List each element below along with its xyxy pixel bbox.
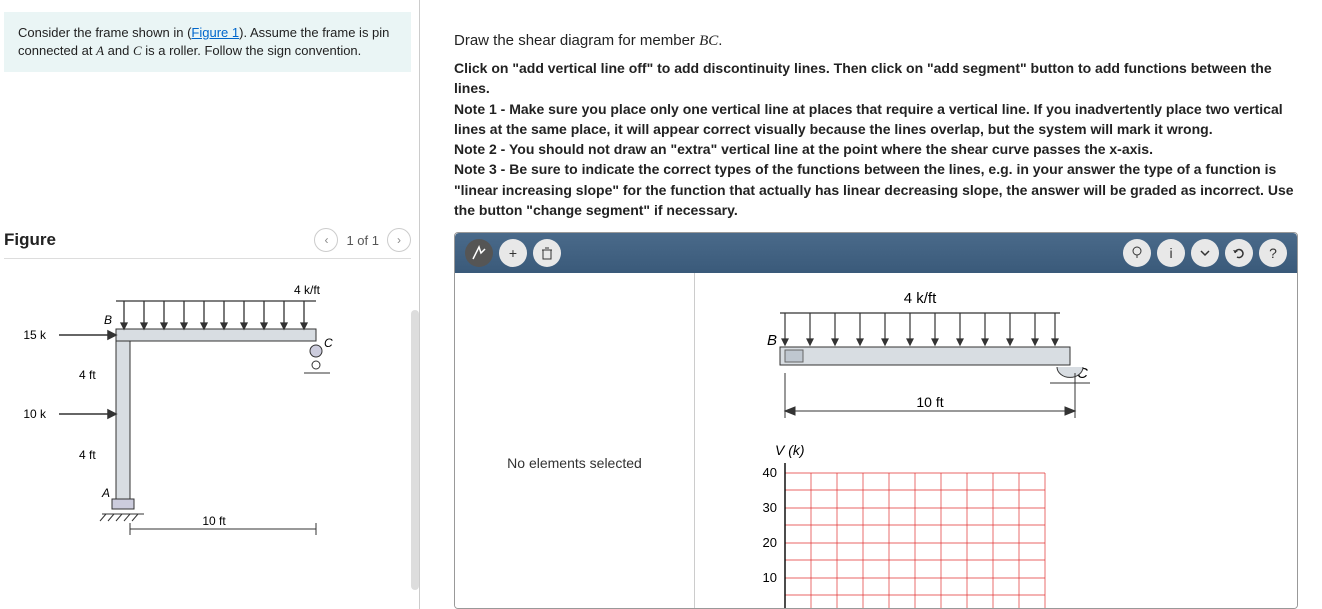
svg-text:B: B <box>104 313 112 327</box>
svg-text:30: 30 <box>763 500 777 515</box>
graph-panel[interactable]: 4 k/ft B C <box>695 273 1297 609</box>
scrollbar[interactable] <box>411 310 419 590</box>
prompt-line: Draw the shear diagram for member BC. <box>454 32 1298 50</box>
instructions: Click on "add vertical line off" to add … <box>454 58 1298 220</box>
svg-text:V (k): V (k) <box>775 442 805 458</box>
svg-text:10 ft: 10 ft <box>916 394 943 410</box>
next-figure-button[interactable]: › <box>387 228 411 252</box>
label-C: C <box>133 43 142 58</box>
hint-button[interactable] <box>1123 239 1151 267</box>
load-label: 4 k/ft <box>294 283 321 297</box>
figure-nav: ‹ 1 of 1 › <box>314 228 411 252</box>
left-column: Consider the frame shown in (Figure 1). … <box>0 0 420 609</box>
svg-text:0: 0 <box>770 605 777 609</box>
selection-panel: No elements selected <box>455 273 695 609</box>
svg-text:40: 40 <box>763 465 777 480</box>
svg-text:10: 10 <box>763 570 777 585</box>
svg-text:B: B <box>767 332 777 349</box>
svg-text:A: A <box>101 486 110 500</box>
dropdown-button[interactable] <box>1191 239 1219 267</box>
add-segment-button[interactable]: + <box>499 239 527 267</box>
svg-text:4 ft: 4 ft <box>79 368 96 382</box>
figure-counter: 1 of 1 <box>346 233 379 248</box>
figure-title: Figure <box>4 230 56 250</box>
chevron-down-icon <box>1200 248 1210 258</box>
frame-diagram: 4 k/ft 15 k 10 k 4 ft 4 ft <box>4 279 374 539</box>
label-A: A <box>96 43 104 58</box>
svg-text:15 k: 15 k <box>23 328 47 342</box>
no-selection-text: No elements selected <box>507 455 642 471</box>
prev-figure-button[interactable]: ‹ <box>314 228 338 252</box>
svg-text:C: C <box>324 336 333 350</box>
delete-button[interactable] <box>533 239 561 267</box>
right-column: Draw the shear diagram for member BC. Cl… <box>420 0 1322 609</box>
figure-link[interactable]: Figure 1 <box>191 25 239 40</box>
svg-text:10 ft: 10 ft <box>202 514 226 528</box>
intro-text: Consider the frame shown in ( <box>18 25 191 40</box>
problem-intro: Consider the frame shown in (Figure 1). … <box>4 12 411 72</box>
figure-canvas: 4 k/ft 15 k 10 k 4 ft 4 ft <box>4 279 411 609</box>
add-vertical-line-button[interactable] <box>465 239 493 267</box>
editor: + i ? No elements sel <box>454 232 1298 609</box>
svg-text:10 k: 10 k <box>23 407 47 421</box>
reset-button[interactable] <box>1225 239 1253 267</box>
svg-text:4 ft: 4 ft <box>79 448 96 462</box>
svg-text:4 k/ft: 4 k/ft <box>904 290 937 307</box>
svg-text:20: 20 <box>763 535 777 550</box>
help-button[interactable]: ? <box>1259 239 1287 267</box>
figure-header: Figure ‹ 1 of 1 › <box>4 222 411 259</box>
editor-toolbar: + i ? <box>455 233 1297 273</box>
info-button[interactable]: i <box>1157 239 1185 267</box>
